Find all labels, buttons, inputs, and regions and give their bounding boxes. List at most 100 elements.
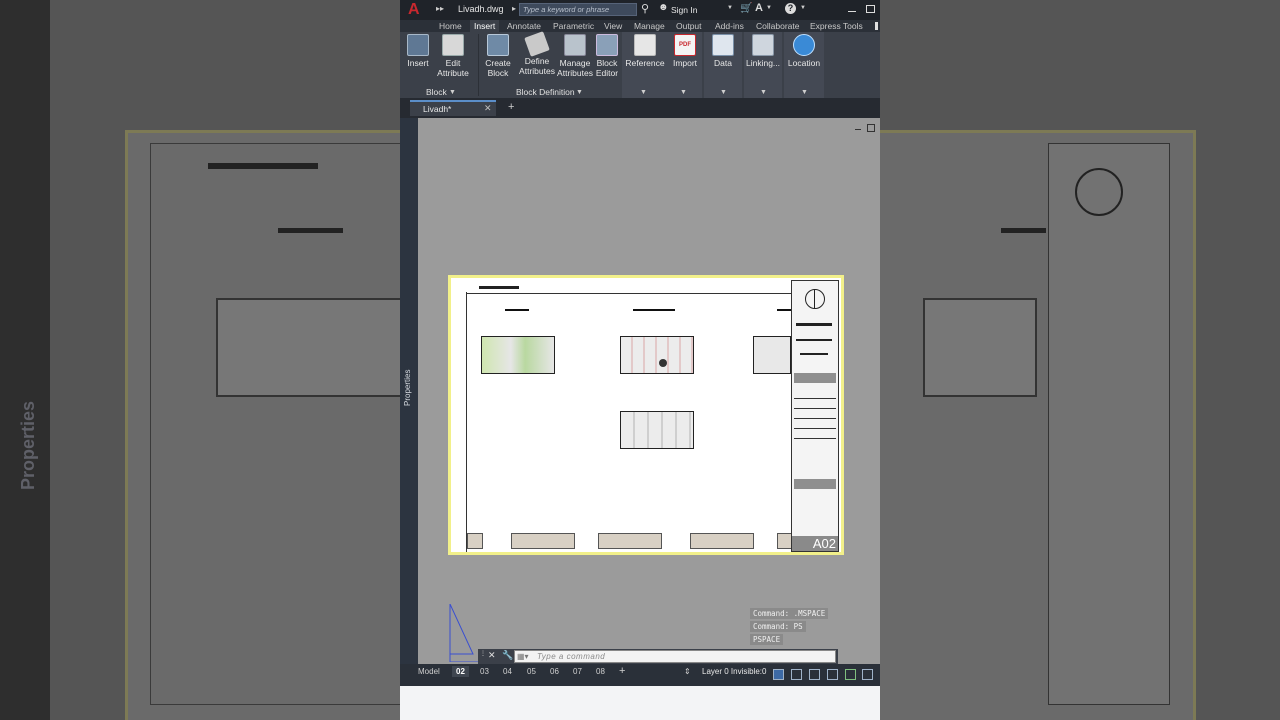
plan-title-2 [633,309,675,311]
reference-button[interactable]: Reference [622,34,668,68]
floor-plan-1[interactable] [481,336,555,374]
search-input[interactable]: Type a keyword or phrase [519,3,637,16]
layout-tab-02[interactable]: 02 [452,666,469,677]
location-dropdown-icon[interactable]: ▼ [801,89,808,96]
floor-plan-2[interactable] [620,336,694,374]
elevation-thumb-2 [511,533,575,549]
search-expand-icon[interactable]: ▸ [512,4,516,13]
background-sheet-left [125,130,400,720]
document-tab-livadh[interactable]: Livadh* ✕ [410,100,496,116]
add-layout-icon[interactable]: + [619,665,625,677]
title-block-line-2 [796,339,832,341]
properties-palette-strip[interactable]: Properties [400,118,418,664]
help-icon[interactable]: ? [785,3,796,14]
tabs-overflow-icon[interactable] [875,22,878,30]
properties-palette-label: Properties [403,369,412,406]
title-block-line-3 [800,353,828,355]
block-editor-icon [596,34,618,56]
insert-button[interactable]: Insert [404,34,432,68]
help-dropdown-icon[interactable]: ▼ [800,5,806,11]
tab-annotate[interactable]: Annotate [507,21,541,31]
tab-parametric[interactable]: Parametric [553,21,594,31]
autocad-logo-icon[interactable]: A [408,2,420,18]
group-block-definition-dropdown-icon[interactable]: ▼ [576,89,583,96]
data-dropdown-icon[interactable]: ▼ [720,89,727,96]
tab-express-tools[interactable]: Express Tools [810,21,863,31]
tab-view[interactable]: View [604,21,622,31]
tab-insert[interactable]: Insert [470,20,500,32]
create-block-icon [487,34,509,56]
group-block-dropdown-icon[interactable]: ▼ [449,89,456,96]
title-block-table [794,389,836,445]
title-block[interactable]: A02 [791,280,839,552]
close-tab-icon[interactable]: ✕ [484,103,492,114]
import-button[interactable]: PDF Import [668,34,702,68]
drawing-canvas[interactable]: Properties A02 Command: .MSPACE Command:… [400,118,880,664]
linking-button[interactable]: Linking... [744,34,782,68]
user-icon[interactable]: ☻ [658,2,669,13]
command-history-3: PSPACE [750,634,784,645]
tab-output[interactable]: Output [676,21,702,31]
elevation-thumb-4 [690,533,754,549]
new-tab-icon[interactable]: + [508,101,514,113]
block-editor-button[interactable]: Block Editor [594,34,620,78]
customization-icon[interactable] [862,669,873,680]
viewport-restore-icon[interactable] [867,124,875,132]
search-icon[interactable]: ⚲ [641,2,649,15]
layout-tab-07[interactable]: 07 [573,667,582,676]
command-recent-icon[interactable]: ▦▾ [517,652,529,661]
define-attributes-button[interactable]: Define Attributes [519,31,555,76]
ribbon-separator [478,34,479,96]
command-close-icon[interactable]: ✕ [488,650,496,661]
floor-plan-4[interactable] [620,411,694,449]
group-label-block-definition[interactable]: Block Definition [516,87,575,97]
pdf-import-icon: PDF [674,34,696,56]
cart-icon[interactable]: 🛒 [740,3,752,14]
tab-manage[interactable]: Manage [634,21,665,31]
elevation-thumb-3 [598,533,662,549]
annotation-scale-icon[interactable] [827,669,838,680]
maximize-icon[interactable] [866,5,875,13]
sign-in-link[interactable]: Sign In [671,5,697,15]
import-dropdown-icon[interactable]: ▼ [680,89,687,96]
title-block-line-1 [796,323,832,326]
group-label-block[interactable]: Block [426,87,447,97]
layout-tab-08[interactable]: 08 [596,667,605,676]
command-customize-icon[interactable]: 🔧 [502,650,513,661]
minimize-icon[interactable] [848,3,856,12]
reference-dropdown-icon[interactable]: ▼ [640,89,647,96]
ribbon-tabs: Home Insert Annotate Parametric View Man… [400,20,880,32]
layout-tab-model[interactable]: Model [418,667,440,676]
tab-home[interactable]: Home [439,21,462,31]
floor-plan-3[interactable] [753,336,791,374]
quick-access-more-icon[interactable]: ▸▸ [436,4,444,13]
data-button[interactable]: Data [704,34,742,68]
layout-tab-03[interactable]: 03 [480,667,489,676]
linking-dropdown-icon[interactable]: ▼ [760,89,767,96]
workspace-icon[interactable] [845,669,856,680]
manage-attributes-button[interactable]: Manage Attributes [557,34,593,78]
a360-dropdown-icon[interactable]: ▼ [766,5,772,11]
autodesk-a360-icon[interactable]: A [755,2,763,14]
tab-collaborate[interactable]: Collaborate [756,21,799,31]
viewport-minimize-icon[interactable] [855,125,861,130]
layout-tab-05[interactable]: 05 [527,667,536,676]
bottom-margin [400,686,880,720]
command-history-2: Command: PS [750,621,806,632]
layer-status[interactable]: Layer 0 Invisible:0 [702,667,766,676]
layout-tab-06[interactable]: 06 [550,667,559,676]
status-overflow-icon[interactable]: ⇕ [684,667,691,676]
sign-in-dropdown-icon[interactable]: ▼ [727,5,733,11]
snap-mode-icon[interactable] [773,669,784,680]
edit-attribute-button[interactable]: Edit Attribute [436,34,470,78]
command-grip-icon[interactable]: ⋮ [480,650,486,657]
layout-sheet[interactable]: A02 [448,275,844,555]
grid-display-icon[interactable] [791,669,802,680]
edit-attribute-icon [442,34,464,56]
layout-tab-04[interactable]: 04 [503,667,512,676]
command-input[interactable]: ▦▾ Type a command [514,650,836,663]
tab-add-ins[interactable]: Add-ins [715,21,744,31]
create-block-button[interactable]: Create Block [484,34,512,78]
location-button[interactable]: Location [784,34,824,68]
viewport-maximize-icon[interactable] [809,669,820,680]
